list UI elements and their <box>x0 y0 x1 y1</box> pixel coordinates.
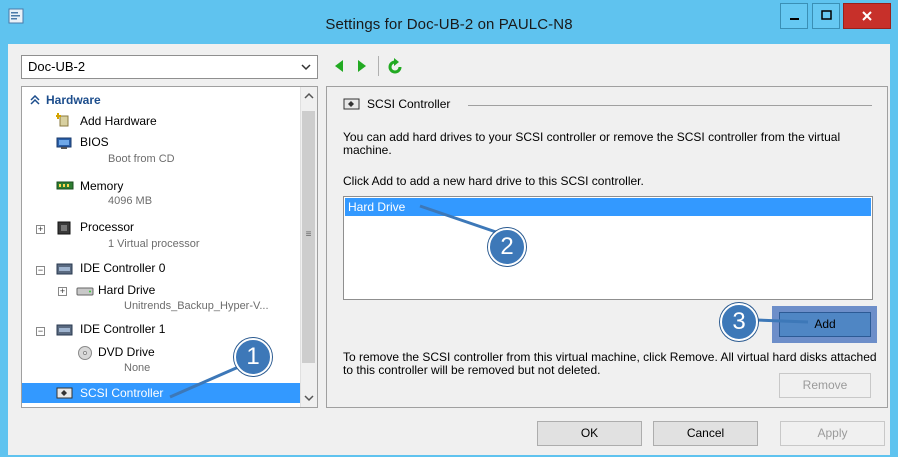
memory-icon <box>56 181 74 190</box>
panel-description: You can add hard drives to your SCSI con… <box>343 130 841 157</box>
toolbar-separator <box>378 56 379 76</box>
processor-icon <box>57 221 71 235</box>
maximize-button[interactable] <box>812 3 840 29</box>
expand-processor-toggle[interactable]: + <box>36 225 45 234</box>
settings-window: Settings for Doc-UB-2 on PAULC-N8 Doc-UB… <box>0 0 898 457</box>
chevron-down-icon <box>301 64 311 71</box>
tree-item-dvd-drive-detail: None <box>124 362 151 374</box>
vm-selector-value: Doc-UB-2 <box>28 59 86 74</box>
hardware-section-header[interactable]: Hardware <box>46 93 101 107</box>
add-hardware-icon <box>56 113 69 127</box>
vm-selector-dropdown[interactable]: Doc-UB-2 <box>21 55 318 79</box>
callout-1-badge: 1 <box>234 338 272 376</box>
group-divider <box>468 105 872 106</box>
tree-item-processor-detail: 1 Virtual processor <box>108 238 200 250</box>
callout-2-badge: 2 <box>488 228 526 266</box>
scroll-up-icon[interactable] <box>304 92 314 100</box>
callout-3-badge: 3 <box>720 303 758 341</box>
minimize-button[interactable] <box>780 3 808 29</box>
group-header-label: SCSI Controller <box>367 97 451 111</box>
tree-item-bios-detail: Boot from CD <box>108 153 175 165</box>
close-button[interactable] <box>843 3 891 29</box>
ok-button[interactable]: OK <box>537 421 642 446</box>
scrollbar-grip: ≡ <box>305 229 312 240</box>
expand-hard-drive-toggle[interactable]: + <box>58 287 67 296</box>
dvd-drive-icon <box>78 346 92 360</box>
remove-button[interactable]: Remove <box>779 373 871 398</box>
apply-button[interactable]: Apply <box>780 421 885 446</box>
panel-instruction: Click Add to add a new hard drive to thi… <box>343 174 644 188</box>
scrollbar-thumb[interactable]: ≡ <box>302 111 315 363</box>
forward-arrow-icon[interactable] <box>355 58 369 74</box>
cancel-button[interactable]: Cancel <box>653 421 758 446</box>
hard-drive-icon <box>76 287 94 296</box>
ide-controller-icon <box>56 324 73 336</box>
tree-item-processor[interactable]: Processor <box>80 220 134 234</box>
scsi-controller-icon <box>343 98 360 110</box>
close-icon <box>862 11 872 21</box>
collapse-ide0-toggle[interactable]: − <box>36 266 45 275</box>
scsi-controller-group-header: SCSI Controller <box>343 97 450 111</box>
tree-scrollbar[interactable]: ≡ <box>300 87 317 407</box>
collapse-ide1-toggle[interactable]: − <box>36 327 45 336</box>
collapse-section-icon[interactable] <box>30 95 40 105</box>
scsi-controller-icon <box>56 387 73 399</box>
hardware-tree[interactable]: Hardware Add Hardware BIOS Boot from CD … <box>21 86 318 408</box>
hard-drive-type-list[interactable]: Hard Drive <box>343 196 873 300</box>
list-item-hard-drive[interactable]: Hard Drive <box>345 198 871 216</box>
tree-item-hard-drive[interactable]: Hard Drive <box>98 283 155 297</box>
maximize-icon <box>821 10 832 20</box>
tree-item-add-hardware[interactable]: Add Hardware <box>80 114 157 128</box>
tree-item-memory[interactable]: Memory <box>80 179 123 193</box>
tree-item-bios[interactable]: BIOS <box>80 135 109 149</box>
back-arrow-icon[interactable] <box>332 58 346 74</box>
tree-item-hard-drive-detail: Unitrends_Backup_Hyper-V... <box>124 300 269 312</box>
tree-item-memory-detail: 4096 MB <box>108 195 153 207</box>
minimize-icon <box>790 18 799 20</box>
tree-item-ide-controller-1[interactable]: IDE Controller 1 <box>80 322 165 336</box>
tree-item-dvd-drive[interactable]: DVD Drive <box>98 345 155 359</box>
add-button[interactable]: Add <box>779 312 871 337</box>
tree-item-ide-controller-0[interactable]: IDE Controller 0 <box>80 261 165 275</box>
tree-item-scsi-controller[interactable]: SCSI Controller <box>80 386 163 400</box>
window-title: Settings for Doc-UB-2 on PAULC-N8 <box>325 16 573 33</box>
scroll-down-icon[interactable] <box>304 394 314 402</box>
bios-icon <box>56 137 72 149</box>
refresh-icon[interactable] <box>386 58 404 76</box>
ide-controller-icon <box>56 263 73 275</box>
title-bar[interactable]: Settings for Doc-UB-2 on PAULC-N8 <box>0 0 898 44</box>
